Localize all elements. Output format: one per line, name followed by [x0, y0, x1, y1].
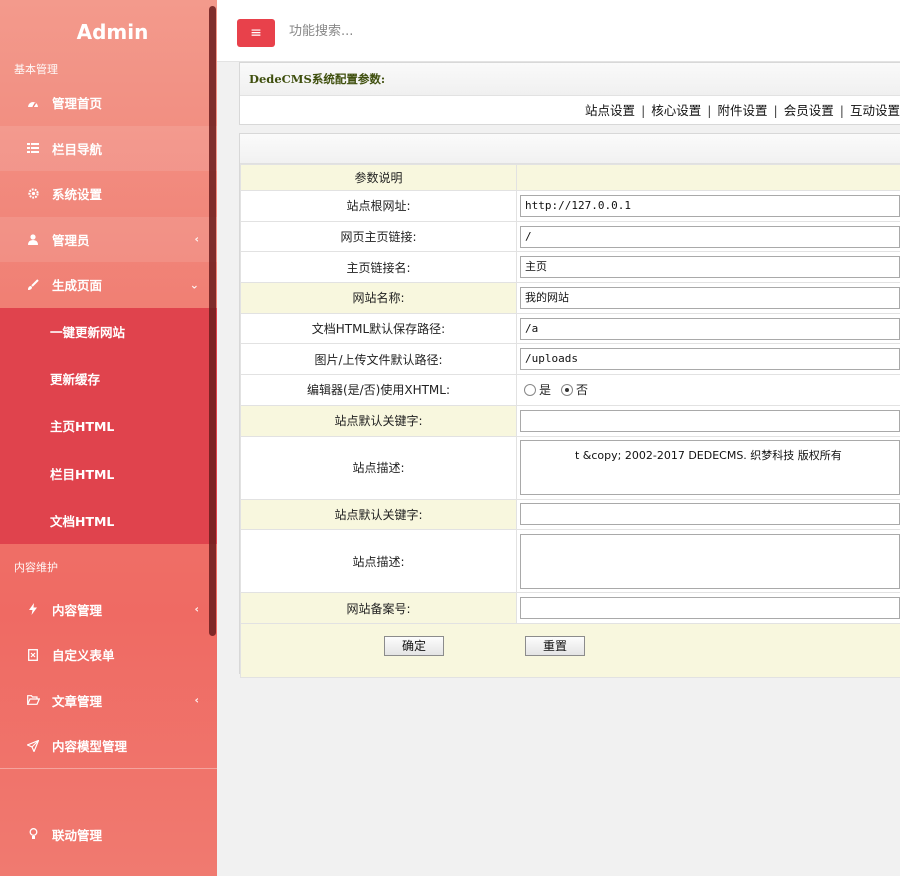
- home-link-name-input[interactable]: 主页: [520, 256, 900, 279]
- sidebar-item-custom-form[interactable]: 自定义表单: [0, 632, 217, 678]
- sidebar-item-nav[interactable]: 栏目导航: [0, 125, 217, 171]
- tab-attachment-settings[interactable]: 附件设置: [718, 103, 768, 118]
- form-icon: [26, 648, 40, 662]
- submenu-item-update-site[interactable]: 一键更新网站: [0, 308, 217, 355]
- field-label: 主页链接名:: [240, 251, 517, 284]
- settings-table: 参数说明 站点根网址: http://127.0.0.1 网页主页链接: / 主…: [240, 164, 900, 678]
- keywords-input-2[interactable]: [520, 503, 900, 526]
- sidebar-item-label: 管理员: [52, 232, 90, 248]
- field-label: 站点根网址:: [240, 190, 517, 222]
- bolt-icon: [26, 602, 40, 616]
- tab-member-settings[interactable]: 会员设置: [784, 103, 834, 118]
- chevron-left-icon: ‹: [194, 232, 199, 246]
- sidebar-item-admin[interactable]: 管理员 ‹: [0, 216, 217, 262]
- menu-toggle-button[interactable]: ≡: [237, 19, 275, 47]
- sidebar-item-label: 自定义表单: [52, 648, 115, 664]
- chevron-left-icon: ‹: [194, 693, 199, 707]
- topbar: ≡: [217, 0, 900, 62]
- tab-site-settings[interactable]: 站点设置: [585, 103, 635, 118]
- brand-logo[interactable]: Admin: [0, 0, 217, 60]
- section-title-content: 内容维护: [14, 561, 58, 575]
- gear-icon: [26, 187, 40, 201]
- xhtml-yes-radio[interactable]: [524, 383, 536, 396]
- field-label: 站点默认关键字:: [240, 404, 517, 437]
- field-label: 网站备案号:: [240, 592, 517, 624]
- reset-button[interactable]: 重置: [525, 636, 585, 656]
- sidebar-item-settings[interactable]: 系统设置: [0, 171, 217, 217]
- field-label: 站点描述:: [240, 435, 517, 500]
- submenu-item-column-html[interactable]: 栏目HTML: [0, 450, 217, 497]
- sidebar-item-label: 生成页面: [52, 278, 103, 294]
- sidebar-item-label: 系统设置: [52, 187, 103, 203]
- sidebar-item-content[interactable]: 内容管理 ‹: [0, 586, 217, 632]
- list-icon: [26, 141, 40, 155]
- site-url-input[interactable]: http://127.0.0.1: [520, 194, 900, 217]
- hamburger-icon: ≡: [250, 25, 262, 41]
- chevron-down-icon: ⌄: [189, 278, 199, 292]
- dashboard-icon: [26, 96, 40, 110]
- brush-icon: [26, 278, 40, 292]
- search-input[interactable]: [289, 20, 589, 42]
- upload-path-input[interactable]: /uploads: [520, 348, 900, 371]
- sidebar-item-articles[interactable]: 文章管理 ‹: [0, 677, 217, 723]
- column-header-value: [516, 164, 900, 191]
- config-panel: DedeCMS系统配置参数: 站点设置 | 核心设置 | 附件设置 | 会员设置 | 互动设置: [239, 62, 900, 125]
- sidebar-item-label: 内容管理: [52, 602, 103, 618]
- radio-label-no: 否: [576, 383, 589, 398]
- paper-plane-icon: [26, 739, 40, 753]
- site-name-input[interactable]: 我的网站: [520, 286, 900, 309]
- icp-input[interactable]: [520, 597, 900, 620]
- tab-interaction-settings[interactable]: 互动设置: [850, 103, 900, 118]
- submenu-item-home-html[interactable]: 主页HTML: [0, 402, 217, 449]
- folder-open-icon: [26, 693, 40, 707]
- radio-label-yes: 是: [539, 383, 552, 398]
- field-label: 站点默认关键字:: [240, 498, 517, 531]
- field-label: 文档HTML默认保存路径:: [240, 312, 517, 345]
- description-textarea-2[interactable]: [520, 533, 900, 589]
- submenu-item-update-cache[interactable]: 更新缓存: [0, 355, 217, 402]
- sidebar-item-label: 联动管理: [52, 827, 103, 843]
- sidebar-item-generate[interactable]: 生成页面 ⌄: [0, 262, 217, 308]
- chevron-left-icon: ‹: [194, 602, 199, 616]
- sidebar-item-linkage[interactable]: 联动管理: [0, 811, 217, 857]
- field-label: 网页主页链接:: [240, 220, 517, 253]
- sidebar-item-label: 管理首页: [52, 96, 103, 112]
- field-label: 图片/上传文件默认路径:: [240, 343, 517, 376]
- submit-button[interactable]: 确定: [384, 636, 444, 656]
- field-label: 站点描述:: [240, 529, 517, 594]
- sidebar-item-content-model[interactable]: 内容模型管理: [0, 723, 217, 769]
- user-icon: [26, 232, 40, 246]
- description-textarea-1[interactable]: t &copy; 2002-2017 DEDECMS. 织梦科技 版权所有: [520, 440, 900, 495]
- section-title-basic: 基本管理: [14, 63, 58, 76]
- column-header-param: 参数说明: [240, 164, 517, 191]
- sidebar-item-label: 文章管理: [52, 693, 103, 709]
- sidebar-scrollbar[interactable]: [209, 6, 216, 636]
- html-path-input[interactable]: /a: [520, 317, 900, 340]
- field-label: 网站名称:: [240, 282, 517, 314]
- sidebar-item-home[interactable]: 管理首页: [0, 80, 217, 126]
- settings-form: 参数说明 站点根网址: http://127.0.0.1 网页主页链接: / 主…: [239, 133, 900, 678]
- config-tabs: 站点设置 | 核心设置 | 附件设置 | 会员设置 | 互动设置: [585, 103, 900, 118]
- form-header-bar: [240, 134, 900, 164]
- sidebar-item-label: 栏目导航: [52, 141, 103, 157]
- xhtml-radio-group: 是 否: [520, 381, 900, 398]
- bulb-icon: [26, 827, 40, 841]
- xhtml-no-radio[interactable]: [561, 383, 574, 396]
- sidebar-item-label: 内容模型管理: [52, 739, 128, 755]
- field-label: 编辑器(是/否)使用XHTML:: [240, 374, 517, 406]
- submenu-generate: 一键更新网站 更新缓存 主页HTML 栏目HTML 文档HTML: [0, 307, 217, 545]
- config-title: DedeCMS系统配置参数:: [240, 63, 900, 96]
- home-link-input[interactable]: /: [520, 225, 900, 248]
- tab-core-settings[interactable]: 核心设置: [651, 103, 701, 118]
- keywords-input-1[interactable]: [520, 409, 900, 432]
- submenu-item-doc-html[interactable]: 文档HTML: [0, 497, 217, 544]
- sidebar: Admin 基本管理 管理首页 栏目导航 系统设置 管理员 ‹ 生成页面 ⌄ 一…: [0, 0, 217, 876]
